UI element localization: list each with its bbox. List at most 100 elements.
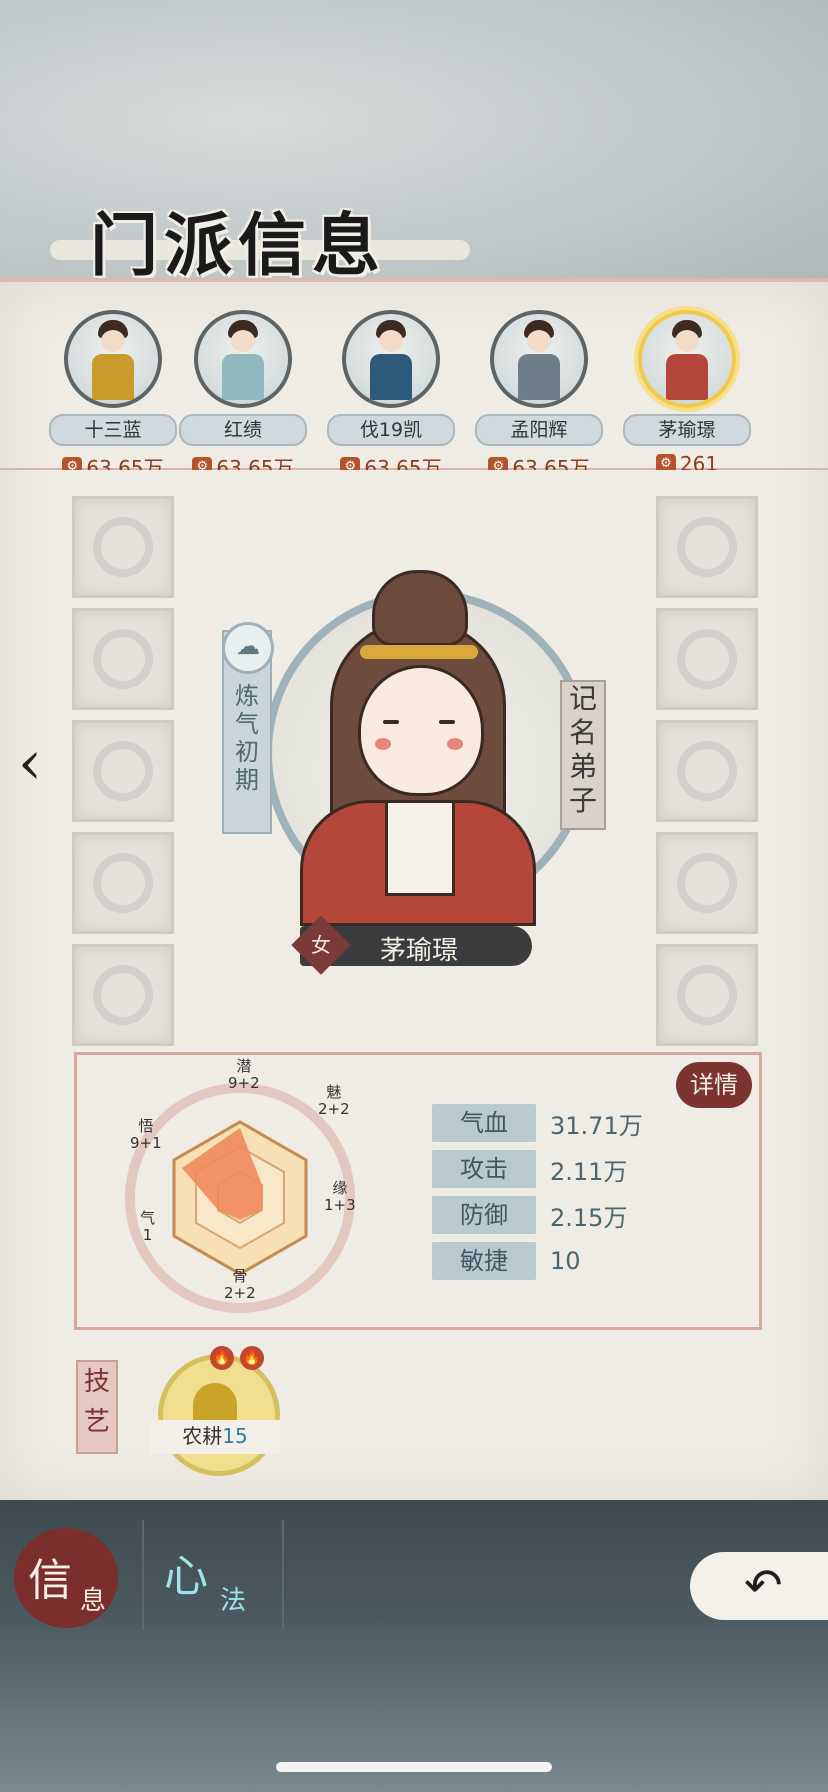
farming-wheat-icon[interactable] [158,1354,280,1476]
attr-label: 气 [140,1209,156,1227]
stat-label: 气血 [432,1104,536,1142]
skill-name: 农耕 [182,1424,223,1448]
stat-value: 2.11万 [550,1157,628,1186]
roster-member[interactable]: 红绩 ⚙ 63.65万 [178,310,308,470]
detail-button[interactable]: 详情 [676,1062,752,1108]
equipment-slot[interactable] [72,944,174,1046]
realm-char: 期 [235,766,259,794]
avatar-head [101,330,125,352]
avatar-head [379,330,403,352]
avatar-body [222,354,264,400]
member-avatar [342,310,440,408]
equipment-slot[interactable] [72,608,174,710]
tab-divider [282,1520,284,1630]
equipment-slot[interactable] [656,608,758,710]
equipment-slot[interactable] [72,720,174,822]
eye-icon [383,720,399,724]
home-indicator[interactable] [276,1762,552,1772]
member-avatar [64,310,162,408]
attr-label: 潜 [236,1057,252,1075]
page-title: 门派信息 [90,206,387,286]
roster-member[interactable]: 伐19凯 ⚙ 63.65万 [326,310,456,470]
skills-tag-char: 艺 [83,1407,110,1437]
character-hairbun [372,570,468,646]
tab-divider [142,1520,144,1630]
character-collar [385,800,455,896]
power-coin-icon: ⚙ [192,456,213,470]
attr-value: 9+2 [228,1074,260,1092]
disciple-roster: 十三蓝 ⚙ 63.65万 红绩 ⚙ 63.65万 伐19凯 ⚙ 63.65万 孟… [0,300,828,470]
skill-label: 农耕15 [150,1420,280,1454]
power-coin-icon: ⚙ [62,456,83,470]
avatar-head [527,330,551,352]
attr-value: 1+3 [324,1196,356,1214]
equipment-slot[interactable] [656,832,758,934]
cheek [375,738,391,750]
skill-level: 15 [222,1424,248,1448]
stat-label: 防御 [432,1196,536,1234]
equipment-slot[interactable] [656,720,758,822]
attr-mei: 魅 2+2 [318,1084,350,1118]
avatar-head [231,330,255,352]
power-value: 261 [679,452,719,470]
power-value: 63.65万 [512,456,590,470]
attr-value: 2+2 [318,1100,350,1118]
flame-icon: 🔥 [240,1346,264,1370]
roster-member[interactable]: 孟阳辉 ⚙ 63.65万 [474,310,604,470]
stat-value: 10 [550,1247,581,1275]
power-coin-icon: ⚙ [488,456,509,470]
stat-row-attack: 攻击 2.11万 [432,1150,627,1188]
member-name: 茅瑜璟 [623,414,751,446]
flame-icon: 🔥 [210,1346,234,1370]
attr-label: 缘 [332,1179,348,1197]
cloud-icon: ☁ [222,622,274,674]
rank-char: 弟 [568,750,597,783]
realm-char: 初 [235,738,259,766]
tab-method[interactable]: 心 法 [160,1528,270,1628]
member-power: ⚙ 63.65万 [178,452,308,470]
attr-value: 9+1 [130,1134,162,1152]
member-power: ⚙ 63.65万 [326,452,456,470]
tab-info-big: 信 [28,1555,72,1606]
gender-badge: 女 [291,915,351,975]
back-button[interactable]: ↶ [690,1552,828,1620]
realm-char: 炼 [235,682,259,710]
tab-info[interactable]: 信 息 [14,1528,124,1628]
eye-icon [439,720,455,724]
character-headband [360,645,478,659]
bottom-tab-bar [0,1500,828,1792]
back-arrow-icon: ↶ [744,1558,783,1612]
tab-method-big: 心 [164,1551,208,1602]
attr-value: 2+2 [224,1284,256,1302]
roster-member[interactable]: 十三蓝 ⚙ 63.65万 [48,310,178,470]
equipment-slot[interactable] [656,496,758,598]
attr-qian: 潜 9+2 [228,1058,260,1092]
previous-arrow-icon[interactable]: ‹ [18,728,42,798]
stat-row-hp: 气血 31.71万 [432,1104,643,1142]
stat-row-agility: 敏捷 10 [432,1242,581,1280]
stat-row-defense: 防御 2.15万 [432,1196,627,1234]
disciple-rank-banner: 记 名 弟 子 [560,680,606,830]
equipment-slot[interactable] [656,944,758,1046]
attr-qi: 气 1 [140,1210,155,1244]
avatar-body [370,354,412,400]
character-face [358,665,484,796]
member-power: ⚙ 63.65万 [48,452,178,470]
rank-char: 记 [568,682,597,715]
equipment-slot[interactable] [72,496,174,598]
attr-label: 悟 [138,1117,154,1135]
attr-gu: 骨 2+2 [224,1268,256,1302]
equipment-slot[interactable] [72,832,174,934]
tab-info-small: 息 [80,1586,107,1616]
member-avatar [490,310,588,408]
avatar-body [666,354,708,400]
stat-label: 攻击 [432,1150,536,1188]
rank-char: 名 [568,716,597,749]
stat-value: 2.15万 [550,1203,628,1232]
avatar-body [518,354,560,400]
roster-member-selected[interactable]: 茅瑜璟 ⚙ 261 [622,310,752,470]
avatar-body [92,354,134,400]
cheek [447,738,463,750]
attr-yuan: 缘 1+3 [324,1180,356,1214]
gender-label: 女 [311,933,331,957]
